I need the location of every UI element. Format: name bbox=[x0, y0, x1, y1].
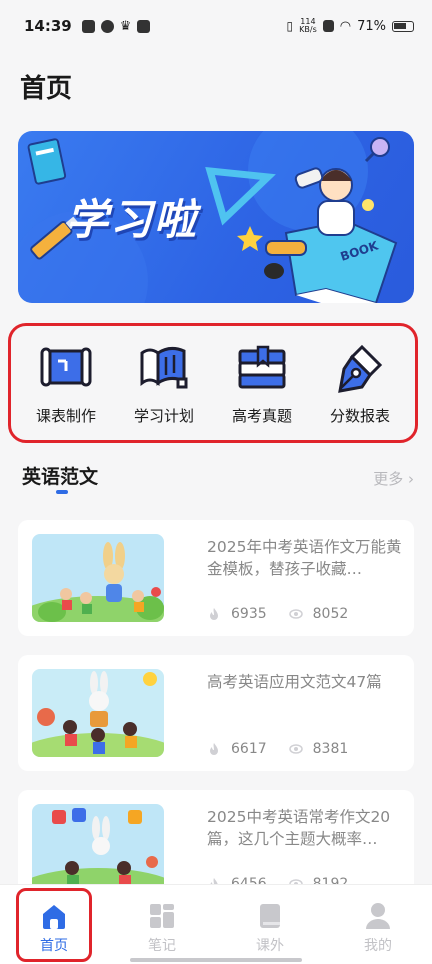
speed-unit: KB/s bbox=[299, 25, 317, 34]
status-left: 14:39 ♛ bbox=[24, 17, 151, 35]
article-stats: 6935 8052 bbox=[207, 606, 370, 622]
article-card[interactable]: 高考英语应用文范文47篇 6617 8381 bbox=[18, 655, 414, 771]
status-bar: 14:39 ♛ ▯ 114 KB/s ◠ 71% bbox=[0, 0, 432, 52]
notification-icon bbox=[81, 19, 95, 33]
study-plan-map-icon bbox=[140, 346, 188, 388]
likes-stat: 6935 bbox=[207, 606, 267, 622]
page-title: 首页 bbox=[20, 74, 73, 104]
wifi-icon: ◠ bbox=[339, 18, 352, 34]
flame-icon bbox=[210, 608, 218, 620]
banner[interactable]: BOOK 学习啦 bbox=[18, 131, 414, 303]
schedule-maker-button[interactable]: 课表制作 bbox=[18, 341, 114, 426]
notes-grid-icon bbox=[150, 904, 174, 928]
article-card[interactable]: 2025年中考英语作文万能黄金模板，替孩子收藏… 6935 8052 bbox=[18, 520, 414, 636]
home-indicator bbox=[130, 958, 302, 962]
section-title: 英语范文 bbox=[22, 466, 99, 488]
article-thumbnail bbox=[32, 534, 164, 622]
eye-icon bbox=[288, 609, 303, 619]
user-icon bbox=[366, 903, 390, 929]
article-stats: 6617 8381 bbox=[207, 741, 370, 757]
exam-papers-button[interactable]: 高考真题 bbox=[214, 341, 310, 426]
views-count: 8052 bbox=[312, 606, 349, 622]
function-label: 高考真题 bbox=[231, 406, 292, 425]
article-title: 高考英语应用文范文47篇 bbox=[207, 673, 382, 691]
network-speed: 114 KB/s bbox=[299, 18, 317, 34]
crown-icon: ♛ bbox=[119, 18, 132, 34]
tab-home-highlight bbox=[16, 888, 92, 962]
article-thumbnail bbox=[32, 669, 164, 757]
function-grid: 课表制作 学习计划 高考真题 分数报表 bbox=[8, 323, 418, 443]
views-stat: 8381 bbox=[288, 741, 349, 757]
book-icon bbox=[260, 904, 280, 928]
views-count: 8381 bbox=[312, 741, 349, 757]
tab-label: 笔记 bbox=[148, 938, 176, 954]
likes-count: 6617 bbox=[231, 741, 267, 757]
tab-profile[interactable]: 我的 bbox=[339, 885, 417, 964]
status-time: 14:39 bbox=[24, 17, 72, 35]
notification-icon bbox=[100, 19, 114, 33]
battery-icon bbox=[392, 20, 414, 32]
more-link[interactable]: 更多 › bbox=[373, 468, 414, 489]
likes-stat: 6617 bbox=[207, 741, 267, 757]
eye-icon bbox=[288, 744, 303, 754]
schedule-scroll-icon bbox=[40, 347, 92, 386]
article-title: 2025年中考英语作文万能黄金模板，替孩子收藏… bbox=[207, 538, 402, 578]
study-plan-button[interactable]: 学习计划 bbox=[116, 341, 212, 426]
views-stat: 8052 bbox=[288, 606, 349, 622]
article-thumbnail bbox=[32, 804, 164, 892]
battery-percent: 71% bbox=[357, 18, 386, 34]
likes-count: 6935 bbox=[231, 606, 267, 622]
tab-notes[interactable]: 笔记 bbox=[123, 885, 201, 964]
tab-label: 我的 bbox=[364, 938, 392, 954]
sim-icon bbox=[322, 20, 334, 32]
score-report-button[interactable]: 分数报表 bbox=[312, 341, 408, 426]
tab-label: 课外 bbox=[256, 938, 284, 954]
function-label: 分数报表 bbox=[329, 406, 390, 425]
fountain-pen-icon bbox=[338, 344, 383, 393]
section-title-indicator bbox=[56, 490, 68, 494]
flame-icon bbox=[210, 743, 218, 755]
article-title: 2025中考英语常考作文20篇，这几个主题大概率… bbox=[207, 808, 391, 848]
message-icon bbox=[137, 19, 151, 33]
vibrate-icon: ▯ bbox=[286, 19, 294, 33]
function-label: 课表制作 bbox=[35, 406, 96, 425]
function-label: 学习计划 bbox=[133, 406, 194, 425]
status-right: ▯ 114 KB/s ◠ 71% bbox=[287, 18, 414, 34]
banner-title: 学习啦 bbox=[66, 195, 199, 244]
exam-books-icon bbox=[238, 345, 286, 388]
tab-extracurricular[interactable]: 课外 bbox=[231, 885, 309, 964]
section-header: 英语范文 更多 › bbox=[22, 458, 414, 498]
